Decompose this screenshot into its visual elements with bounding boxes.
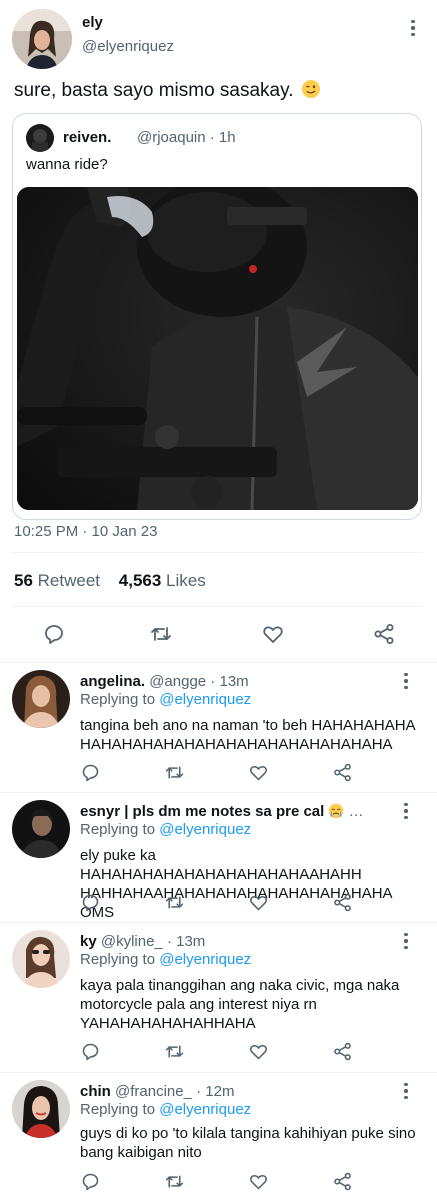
reply-author-avatar[interactable]	[12, 930, 70, 988]
retweet-icon[interactable]	[148, 621, 174, 647]
reply-author-name[interactable]: ky	[80, 933, 97, 950]
reply-author-handle[interactable]: @francine_ · 12m	[115, 1083, 234, 1100]
reply-text: guys di ko po 'to kilala tangina kahihiy…	[80, 1125, 416, 1161]
quoted-author-handle[interactable]: @rjoaquin · 1h	[137, 129, 236, 146]
share-icon[interactable]	[330, 760, 354, 784]
replying-to-link[interactable]: @elyenriquez	[159, 951, 251, 968]
reply-icon[interactable]	[78, 1169, 102, 1193]
quoted-tweet[interactable]: reiven. @rjoaquin · 1h wanna ride?	[12, 113, 422, 520]
tweet-text-content: sure, basta sayo mismo sasakay.	[14, 80, 294, 101]
replying-to-link[interactable]: @elyenriquez	[159, 691, 251, 708]
like-icon[interactable]	[260, 621, 286, 647]
quoted-tweet-text: wanna ride?	[26, 156, 108, 173]
replying-to: Replying to @elyenriquez	[80, 691, 251, 708]
replying-to-label: Replying to	[80, 821, 156, 838]
replying-to-link[interactable]: @elyenriquez	[159, 821, 251, 838]
share-icon[interactable]	[330, 1039, 354, 1063]
main-tweet: ely @elyenriquez sure, basta sayo mismo …	[0, 0, 437, 662]
like-icon[interactable]	[246, 1169, 270, 1193]
reply-author-avatar[interactable]	[12, 670, 70, 728]
likes-count[interactable]: 4,563	[119, 571, 162, 590]
replying-to: Replying to @elyenriquez	[80, 1101, 251, 1118]
reply-tweet[interactable]: angelina. @angge · 13m Replying to @elye…	[0, 662, 437, 792]
share-icon[interactable]	[330, 1169, 354, 1193]
reply-author-avatar[interactable]	[12, 800, 70, 858]
engagement-stats: 56 Retweet 4,563 Likes	[14, 571, 220, 591]
retweet-icon[interactable]	[162, 760, 186, 784]
reply-author-name[interactable]: angelina.	[80, 673, 145, 690]
retweet-label[interactable]: Retweet	[38, 571, 100, 590]
reply-icon[interactable]	[78, 1039, 102, 1063]
reply-tweet[interactable]: chin @francine_ · 12m Replying to @elyen…	[0, 1072, 437, 1200]
more-icon[interactable]	[396, 931, 416, 951]
quoted-author-name[interactable]: reiven.	[63, 129, 111, 146]
author-name[interactable]: ely	[82, 14, 103, 31]
more-icon[interactable]	[403, 18, 423, 38]
reply-author-name[interactable]: esnyr | pls dm me notes sa pre cal	[80, 803, 324, 820]
retweet-icon[interactable]	[162, 1039, 186, 1063]
like-icon[interactable]	[246, 760, 270, 784]
reply-author-line: angelina. @angge · 13m	[80, 673, 249, 690]
author-avatar[interactable]	[12, 9, 72, 69]
wink-emoji-icon	[301, 79, 321, 105]
tweet-text: sure, basta sayo mismo sasakay.	[14, 79, 321, 105]
reply-text: kaya pala tinanggihan ang naka civic, mg…	[80, 977, 400, 1032]
quoted-author-avatar[interactable]	[26, 124, 54, 152]
replying-to-label: Replying to	[80, 1101, 156, 1118]
reply-author-handle[interactable]: @kyline_ · 13m	[101, 933, 205, 950]
crying-emoji-icon	[328, 803, 348, 820]
retweet-count[interactable]: 56	[14, 571, 33, 590]
reply-icon[interactable]	[78, 760, 102, 784]
quoted-photo[interactable]	[17, 187, 418, 510]
like-icon[interactable]	[246, 890, 270, 914]
reply-tweet[interactable]: esnyr | pls dm me notes sa pre cal … Rep…	[0, 792, 437, 922]
divider	[12, 552, 423, 553]
replying-to-label: Replying to	[80, 951, 156, 968]
tweet-timestamp[interactable]: 10:25 PM · 10 Jan 23	[14, 523, 157, 540]
reply-author-handle[interactable]: …	[349, 803, 364, 820]
replying-to: Replying to @elyenriquez	[80, 951, 251, 968]
replying-to: Replying to @elyenriquez	[80, 821, 251, 838]
reply-tweet[interactable]: ky @kyline_ · 13m Replying to @elyenriqu…	[0, 922, 437, 1072]
reply-author-avatar[interactable]	[12, 1080, 70, 1138]
reply-author-handle[interactable]: @angge · 13m	[149, 673, 248, 690]
reply-icon[interactable]	[78, 890, 102, 914]
author-handle[interactable]: @elyenriquez	[82, 38, 174, 55]
share-icon[interactable]	[330, 890, 354, 914]
likes-label[interactable]: Likes	[166, 571, 206, 590]
reply-icon[interactable]	[41, 621, 67, 647]
replying-to-link[interactable]: @elyenriquez	[159, 1101, 251, 1118]
retweet-icon[interactable]	[162, 1169, 186, 1193]
retweet-icon[interactable]	[162, 890, 186, 914]
reply-text: tangina beh ano na naman 'to beh HAHAHAH…	[80, 717, 415, 753]
reply-author-line: ky @kyline_ · 13m	[80, 933, 205, 950]
divider	[12, 606, 423, 607]
reply-author-name[interactable]: chin	[80, 1083, 111, 1100]
replying-to-label: Replying to	[80, 691, 156, 708]
more-icon[interactable]	[396, 801, 416, 821]
share-icon[interactable]	[371, 621, 397, 647]
like-icon[interactable]	[246, 1039, 270, 1063]
more-icon[interactable]	[396, 1081, 416, 1101]
reply-author-line: chin @francine_ · 12m	[80, 1083, 234, 1100]
reply-author-line: esnyr | pls dm me notes sa pre cal …	[80, 803, 364, 820]
more-icon[interactable]	[396, 671, 416, 691]
